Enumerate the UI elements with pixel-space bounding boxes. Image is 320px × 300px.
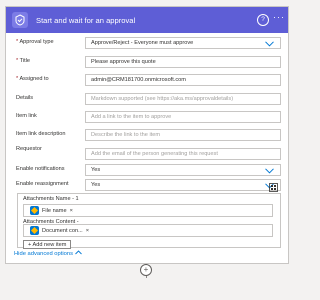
enable-reassignment-select[interactable]: Yes bbox=[85, 179, 281, 191]
item-link-description-label: Item link description bbox=[16, 131, 66, 137]
attachments-content-field[interactable]: Document con... × bbox=[23, 224, 273, 237]
assigned-to-value: admin@CRM181700.onmicrosoft.com bbox=[91, 77, 186, 83]
attachments-name-label: Attachments Name - 1 bbox=[23, 196, 79, 202]
title-value: Please approve this quote bbox=[91, 59, 156, 65]
add-new-item-button[interactable]: + Add new item bbox=[23, 240, 71, 249]
approval-type-label: * Approval type bbox=[16, 39, 54, 45]
requestor-label: Requestor bbox=[16, 146, 42, 152]
approval-type-label-text: Approval type bbox=[19, 39, 54, 45]
approval-type-value: Approve/Reject - Everyone must approve bbox=[91, 40, 194, 46]
assigned-to-field[interactable]: admin@CRM181700.onmicrosoft.com bbox=[85, 74, 281, 86]
document-content-token-label: Document con... bbox=[42, 227, 83, 234]
requestor-placeholder: Add the email of the person generating t… bbox=[91, 151, 218, 157]
array-mode-glyph bbox=[269, 183, 278, 192]
required-marker: * bbox=[16, 58, 19, 64]
enable-notifications-value: Yes bbox=[91, 167, 101, 173]
required-marker: * bbox=[16, 39, 19, 45]
chevron-down-icon[interactable] bbox=[265, 41, 274, 47]
more-options-icon[interactable]: ··· bbox=[273, 12, 285, 22]
dynamic-content-icon bbox=[30, 206, 39, 215]
item-link-label: Item link bbox=[16, 113, 37, 119]
file-name-token-label: File name bbox=[42, 207, 67, 214]
hide-advanced-options-link[interactable]: Hide advanced options bbox=[14, 250, 82, 257]
enable-reassignment-value: Yes bbox=[91, 182, 101, 188]
remove-token-icon[interactable]: × bbox=[86, 228, 89, 234]
action-title: Start and wait for an approval bbox=[36, 16, 136, 25]
details-field[interactable]: Markdown supported (see https://aka.ms/a… bbox=[85, 93, 281, 105]
enable-notifications-select[interactable]: Yes bbox=[85, 164, 281, 176]
add-step-button[interactable]: + bbox=[140, 264, 152, 276]
approval-type-select[interactable]: Approve/Reject - Everyone must approve bbox=[85, 37, 281, 49]
title-field[interactable]: Please approve this quote bbox=[85, 56, 281, 68]
approval-glyph bbox=[15, 14, 25, 26]
help-icon[interactable]: ? bbox=[257, 14, 269, 26]
add-new-item-label: Add new item bbox=[32, 242, 67, 248]
item-link-field[interactable]: Add a link to the item to approve bbox=[85, 111, 281, 123]
item-link-placeholder: Add a link to the item to approve bbox=[91, 114, 172, 120]
document-content-token[interactable]: Document con... × bbox=[30, 226, 89, 235]
remove-token-icon[interactable]: × bbox=[70, 208, 73, 214]
chevron-up-icon bbox=[74, 250, 82, 255]
approval-action-card: Start and wait for an approval ? ··· * A… bbox=[5, 6, 289, 264]
item-link-description-field[interactable]: Describe the link to the item bbox=[85, 129, 281, 141]
attachments-group: Attachments Name - 1 File name × Attachm… bbox=[17, 193, 281, 249]
title-label: * Title bbox=[16, 58, 30, 64]
hide-advanced-options-label: Hide advanced options bbox=[14, 251, 73, 257]
approval-icon bbox=[12, 12, 28, 28]
enable-reassignment-label: Enable reassignment bbox=[16, 181, 69, 187]
enable-notifications-label: Enable notifications bbox=[16, 166, 65, 172]
item-link-description-placeholder: Describe the link to the item bbox=[91, 132, 161, 138]
assigned-to-label-text: Assigned to bbox=[19, 76, 49, 82]
attachments-name-field[interactable]: File name × bbox=[23, 204, 273, 217]
action-header[interactable]: Start and wait for an approval ? ··· bbox=[6, 7, 288, 33]
assigned-to-label: * Assigned to bbox=[16, 76, 49, 82]
required-marker: * bbox=[16, 76, 19, 82]
chevron-down-icon[interactable] bbox=[265, 168, 274, 174]
details-placeholder: Markdown supported (see https://aka.ms/a… bbox=[91, 96, 234, 102]
file-name-token[interactable]: File name × bbox=[30, 206, 73, 215]
requestor-field[interactable]: Add the email of the person generating t… bbox=[85, 148, 281, 160]
add-icon: + bbox=[28, 242, 32, 248]
details-label: Details bbox=[16, 95, 34, 101]
dynamic-content-icon bbox=[30, 226, 39, 235]
title-label-text: Title bbox=[19, 58, 31, 64]
